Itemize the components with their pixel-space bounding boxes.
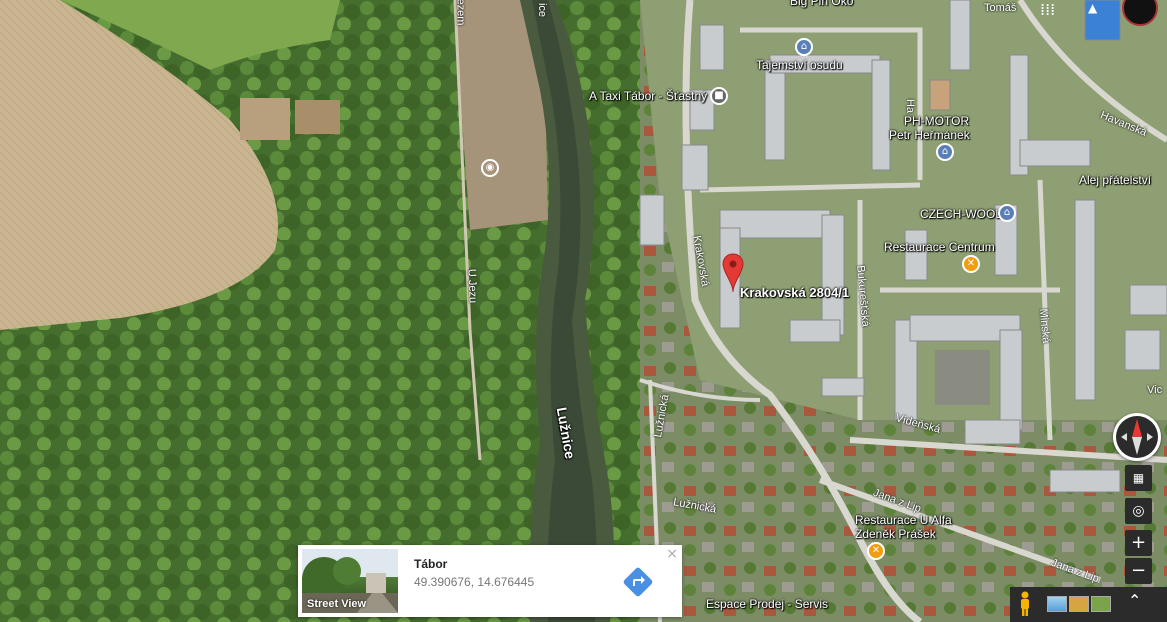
place-label-tajemstvi-osudu[interactable]: Tajemství osudu (756, 58, 843, 72)
place-label-big-pin-oko[interactable]: Big Pin Oko (790, 0, 853, 8)
place-label-espace-prodej[interactable]: Espace Prodej - Servis (706, 597, 828, 611)
top-right-icons: ⁞⁞⁞ ▲ (1040, 0, 1167, 26)
street-label-havanska-2: Ha (904, 98, 917, 114)
location-pin-icon[interactable]: ◉ (481, 159, 499, 177)
place-label-ph-motor[interactable]: PH-MOTOR (904, 114, 969, 128)
restaurant-icon[interactable]: ✕ (962, 255, 980, 273)
tilt-toggle-button[interactable]: ▦ (1125, 465, 1152, 491)
street-label-u-jezu: U Jezu (465, 268, 479, 304)
street-label-tomas: Tomáš (984, 2, 1017, 14)
place-label-alej-pratelstvi[interactable]: Alej přátelství (1079, 173, 1151, 187)
location-coordinates: 49.390676, 14.676445 (414, 575, 535, 589)
marker-label[interactable]: Krakovská 2804/1 (740, 285, 849, 300)
map-layer-thumbnail[interactable] (1091, 596, 1111, 612)
place-label-petr-hermanek[interactable]: Petr Heřmánek (889, 128, 970, 142)
compass-control[interactable] (1113, 413, 1161, 461)
location-title: Tábor (414, 557, 448, 571)
expand-imagery-icon[interactable]: ⌃ (1128, 591, 1141, 610)
zoom-out-button[interactable]: − (1125, 558, 1152, 584)
shopping-icon[interactable]: ⌂ (795, 38, 813, 56)
shopping-icon[interactable]: ⌂ (998, 204, 1016, 222)
place-label-czech-wool[interactable]: CZECH-WOOL (920, 207, 1002, 221)
apps-grid-icon[interactable]: ⁞⁞⁞ (1040, 0, 1055, 19)
directions-button[interactable] (623, 567, 653, 597)
taxi-icon[interactable]: ■ (710, 87, 728, 105)
street-view-thumbnail[interactable]: Street View (302, 549, 398, 613)
terrain-layer-thumbnail[interactable] (1069, 596, 1089, 612)
place-label-zdenek-prasek[interactable]: Zdeněk Prášek (855, 527, 936, 541)
street-label-vic: Vic (1147, 384, 1163, 396)
street-view-label: Street View (307, 598, 367, 610)
street-label-ice: ice (536, 2, 549, 18)
earth-layer-thumbnail[interactable] (1047, 596, 1067, 612)
shopping-icon[interactable]: ⌂ (936, 143, 954, 161)
my-location-button[interactable]: ◎ (1125, 498, 1152, 524)
satellite-map[interactable] (0, 0, 1167, 622)
notifications-icon[interactable]: ▲ (1088, 1, 1097, 15)
place-label-restaurace-centrum[interactable]: Restaurace Centrum (884, 240, 995, 254)
place-label-taxi[interactable]: A Taxi Tábor - Šťastný (589, 89, 707, 103)
place-label-restaurace-u-alfa[interactable]: Restaurace U Alfa (855, 513, 952, 527)
location-info-card: Street View Tábor 49.390676, 14.676445 × (298, 545, 682, 617)
zoom-in-button[interactable]: + (1125, 530, 1152, 556)
close-button[interactable]: × (666, 546, 678, 562)
pegman-icon[interactable] (1018, 591, 1032, 617)
compass-icon (1116, 416, 1158, 458)
restaurant-icon[interactable]: ✕ (867, 542, 885, 560)
street-label-ezem: ezem (454, 0, 467, 26)
